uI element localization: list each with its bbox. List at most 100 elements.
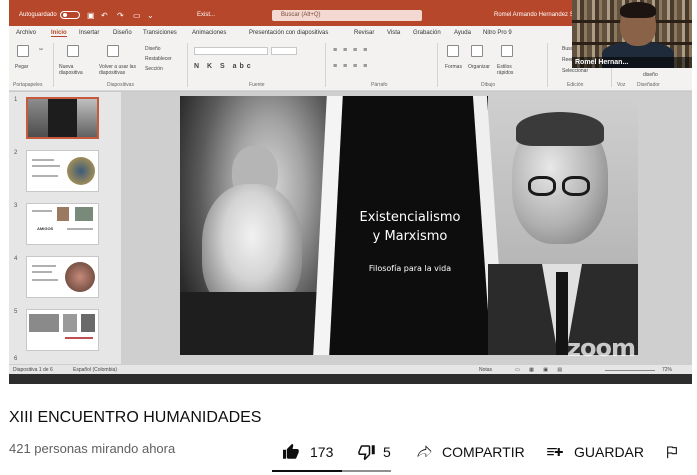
thumbnail-image bbox=[29, 314, 59, 332]
live-viewers-count: 421 personas mirando ahora bbox=[9, 441, 176, 456]
dislike-count: 5 bbox=[383, 444, 391, 460]
paste-label: Pegar bbox=[15, 64, 29, 70]
separator bbox=[437, 43, 438, 87]
share-label: COMPARTIR bbox=[442, 444, 525, 460]
thumbnail-portrait-left bbox=[28, 99, 48, 137]
save-button[interactable]: GUARDAR bbox=[544, 443, 644, 461]
current-slide: Existencialismo y Marxismo Filosofía par… bbox=[180, 96, 638, 355]
autosave-toggle bbox=[60, 11, 80, 19]
user-name: Romel Armando Hernandez Silva bbox=[494, 12, 583, 18]
tab-animations: Animaciones bbox=[192, 30, 227, 36]
glasses-right-lens bbox=[562, 176, 590, 196]
portrait-right-image bbox=[472, 96, 638, 355]
separator bbox=[187, 43, 188, 87]
group-paragraph: Párrafo bbox=[371, 82, 388, 88]
tab-transitions: Transiciones bbox=[143, 30, 177, 36]
thumbnail-text-line bbox=[32, 210, 52, 212]
customize-icon: ⌄ bbox=[147, 11, 154, 20]
search-box: Buscar (Alt+Q) bbox=[272, 10, 422, 21]
slide-thumbnail-5 bbox=[26, 309, 99, 351]
arrange-label: Organizar bbox=[468, 64, 490, 70]
thumbnail-text-line bbox=[32, 279, 58, 281]
shapes-icon bbox=[447, 45, 459, 57]
save-icon: ▣ bbox=[87, 11, 95, 20]
slide-number: 4 bbox=[14, 256, 18, 262]
redo-icon: ↷ bbox=[117, 11, 124, 20]
presenter-hair bbox=[620, 2, 656, 18]
tab-slideshow: Presentación con diapositivas bbox=[249, 30, 329, 36]
language-indicator: Español (Colombia) bbox=[73, 367, 117, 373]
tab-recording: Grabación bbox=[413, 30, 441, 36]
tab-view: Vista bbox=[387, 30, 401, 36]
group-slides: Diapositivas bbox=[107, 82, 134, 88]
paragraph-icons: ≡ ≡ ≡ ≡ bbox=[333, 47, 370, 54]
thumbnail-text: AMIGOS bbox=[37, 226, 54, 231]
group-voice: Voz bbox=[617, 82, 626, 88]
tab-nitro: Nitro Pro 9 bbox=[483, 30, 512, 36]
sentiment-bar-likes bbox=[272, 470, 342, 472]
sentiment-bar bbox=[272, 470, 391, 472]
save-label: GUARDAR bbox=[574, 444, 645, 460]
thumbnail-text-line bbox=[32, 265, 56, 267]
thumbnail-text-line bbox=[67, 228, 93, 230]
save-playlist-icon bbox=[544, 443, 566, 461]
share-button[interactable]: COMPARTIR bbox=[414, 443, 525, 461]
file-name: Exist... bbox=[197, 12, 216, 18]
slide-thumbnail-3: AMIGOS bbox=[26, 203, 99, 245]
like-button[interactable]: 173 bbox=[281, 443, 333, 461]
tab-insert: Insertar bbox=[79, 30, 100, 36]
reset-label: Restablecer bbox=[145, 56, 172, 62]
slide-number: 5 bbox=[14, 309, 18, 315]
new-slide-icon bbox=[67, 45, 79, 57]
font-name-field bbox=[194, 47, 268, 55]
thumbnail-image bbox=[75, 207, 93, 221]
select-label: Seleccionar bbox=[562, 68, 589, 74]
slide-thumbnail-1 bbox=[26, 97, 99, 139]
font-format-icons: N K S abc bbox=[194, 63, 254, 70]
video-title: XIII ENCUENTRO HUMANIDADES bbox=[9, 409, 262, 426]
new-slide-label: Nueva diapositiva bbox=[59, 64, 83, 76]
cut-icon: ✂ bbox=[39, 47, 44, 53]
group-editing: Edición bbox=[567, 82, 584, 88]
glasses-left-lens bbox=[528, 176, 556, 196]
report-button[interactable] bbox=[664, 443, 680, 461]
powerpoint-statusbar: Diapositiva 1 de 6 Español (Colombia) No… bbox=[9, 364, 692, 374]
thumbnail-text-line bbox=[32, 165, 60, 167]
separator bbox=[547, 43, 548, 87]
view-icons: ▭ ▦ ▣ ▤ bbox=[515, 367, 567, 373]
report-flag-icon bbox=[664, 443, 680, 461]
section-label: Sección bbox=[145, 66, 163, 72]
like-count: 173 bbox=[310, 444, 334, 460]
slide-title-line-2: y Marxismo bbox=[372, 229, 448, 244]
separator bbox=[325, 43, 326, 87]
video-bottom-strip bbox=[9, 374, 692, 384]
zoom-watermark: zoom bbox=[567, 334, 636, 362]
tab-file: Archivo bbox=[16, 30, 37, 36]
paste-icon bbox=[17, 45, 29, 57]
zoom-level: 72% bbox=[662, 367, 673, 373]
reuse-slides-icon bbox=[107, 45, 119, 57]
notes-label: Notas bbox=[479, 367, 493, 373]
thumbnail-image bbox=[65, 262, 95, 292]
slide-counter: Diapositiva 1 de 6 bbox=[13, 367, 53, 373]
slide-title-line-1: Existencialismo bbox=[359, 210, 461, 225]
dislike-button[interactable]: 5 bbox=[357, 443, 391, 461]
webcam-participant-name: Romel Hernan... bbox=[572, 57, 692, 68]
video-player[interactable]: Autoguardado ▣ ↶ ↷ ▭ ⌄ Exist... Buscar (… bbox=[9, 0, 692, 384]
autosave-label: Autoguardado bbox=[19, 12, 57, 18]
arrange-icon bbox=[471, 45, 483, 57]
quick-styles-label: Estilos rápidos bbox=[497, 64, 514, 76]
designer-label: diseño bbox=[643, 72, 658, 78]
quick-styles-icon bbox=[501, 45, 513, 57]
group-clipboard: Portapapeles bbox=[13, 82, 43, 88]
portrait-coat bbox=[180, 292, 328, 355]
tab-design: Diseño bbox=[113, 30, 132, 36]
tab-review: Revisar bbox=[354, 30, 375, 36]
font-size-field bbox=[271, 47, 297, 55]
reuse-slides-label: Volver a usar las diapositivas bbox=[99, 64, 136, 76]
thumbnail-image bbox=[67, 157, 95, 185]
slide-subtitle: Filosofía para la vida bbox=[368, 264, 452, 273]
portrait-hair bbox=[516, 112, 604, 146]
portrait-left-image bbox=[180, 96, 343, 355]
slide-thumbnail-4 bbox=[26, 256, 99, 298]
